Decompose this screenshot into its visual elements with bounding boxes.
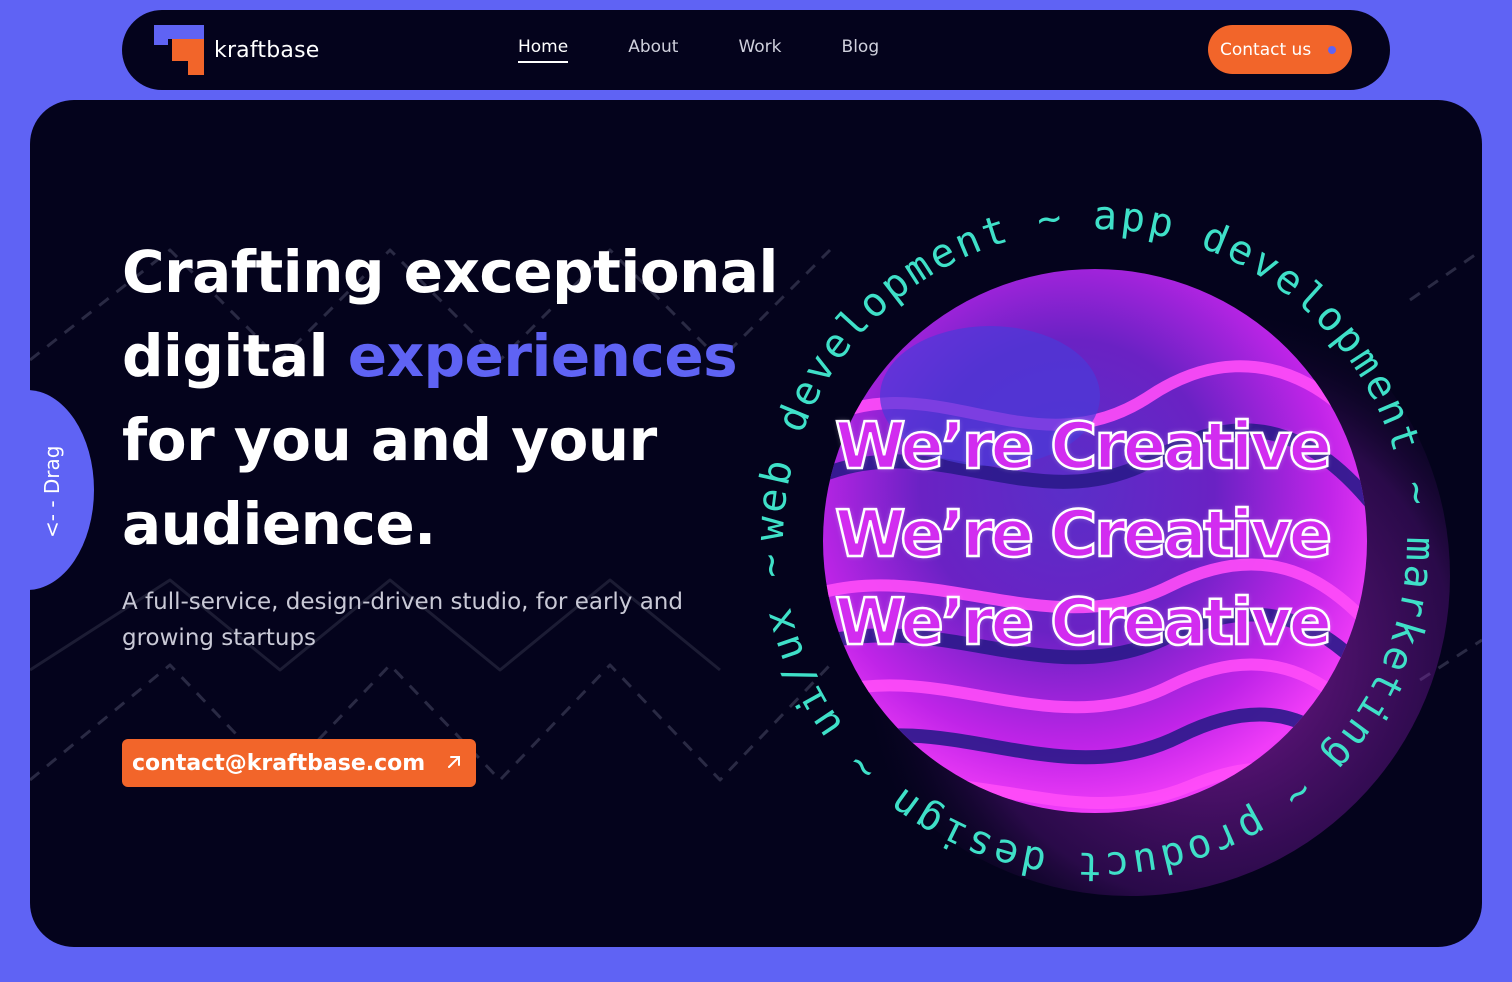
- brand-logo[interactable]: kraftbase: [154, 25, 320, 75]
- hero-subtext: A full-service, design-driven studio, fo…: [122, 589, 683, 651]
- arrow-up-right-icon: [448, 756, 460, 768]
- main-nav: Home About Work Blog: [518, 37, 939, 63]
- top-navbar: kraftbase Home About Work Blog Contact u…: [122, 10, 1390, 90]
- drag-label[interactable]: <- - Drag: [32, 432, 72, 552]
- nav-blog[interactable]: Blog: [842, 37, 880, 63]
- nav-about[interactable]: About: [628, 37, 678, 63]
- nav-work[interactable]: Work: [738, 37, 781, 63]
- creative-badge-line-2: We’re Creative: [834, 497, 1334, 574]
- kraftbase-logo-icon: [154, 25, 204, 75]
- headline-accent: experiences: [347, 322, 738, 390]
- hero-section: <- - Drag Crafting exceptional digital e…: [30, 100, 1482, 947]
- creative-badge-line-1: We’re Creative: [834, 409, 1334, 486]
- contact-us-button[interactable]: Contact us: [1208, 25, 1352, 74]
- creative-badge-line-3: We’re Creative: [834, 585, 1334, 662]
- brand-name: kraftbase: [214, 37, 320, 63]
- hero-headline: Crafting exceptional digital experiences…: [122, 230, 822, 566]
- email-button[interactable]: contact@kraftbase.com: [122, 739, 476, 787]
- headline-part-2: for you and your audience.: [122, 406, 657, 558]
- contact-us-label: Contact us: [1220, 39, 1312, 60]
- nav-home[interactable]: Home: [518, 37, 569, 63]
- email-label: contact@kraftbase.com: [132, 750, 426, 776]
- dot-icon: [1328, 46, 1336, 54]
